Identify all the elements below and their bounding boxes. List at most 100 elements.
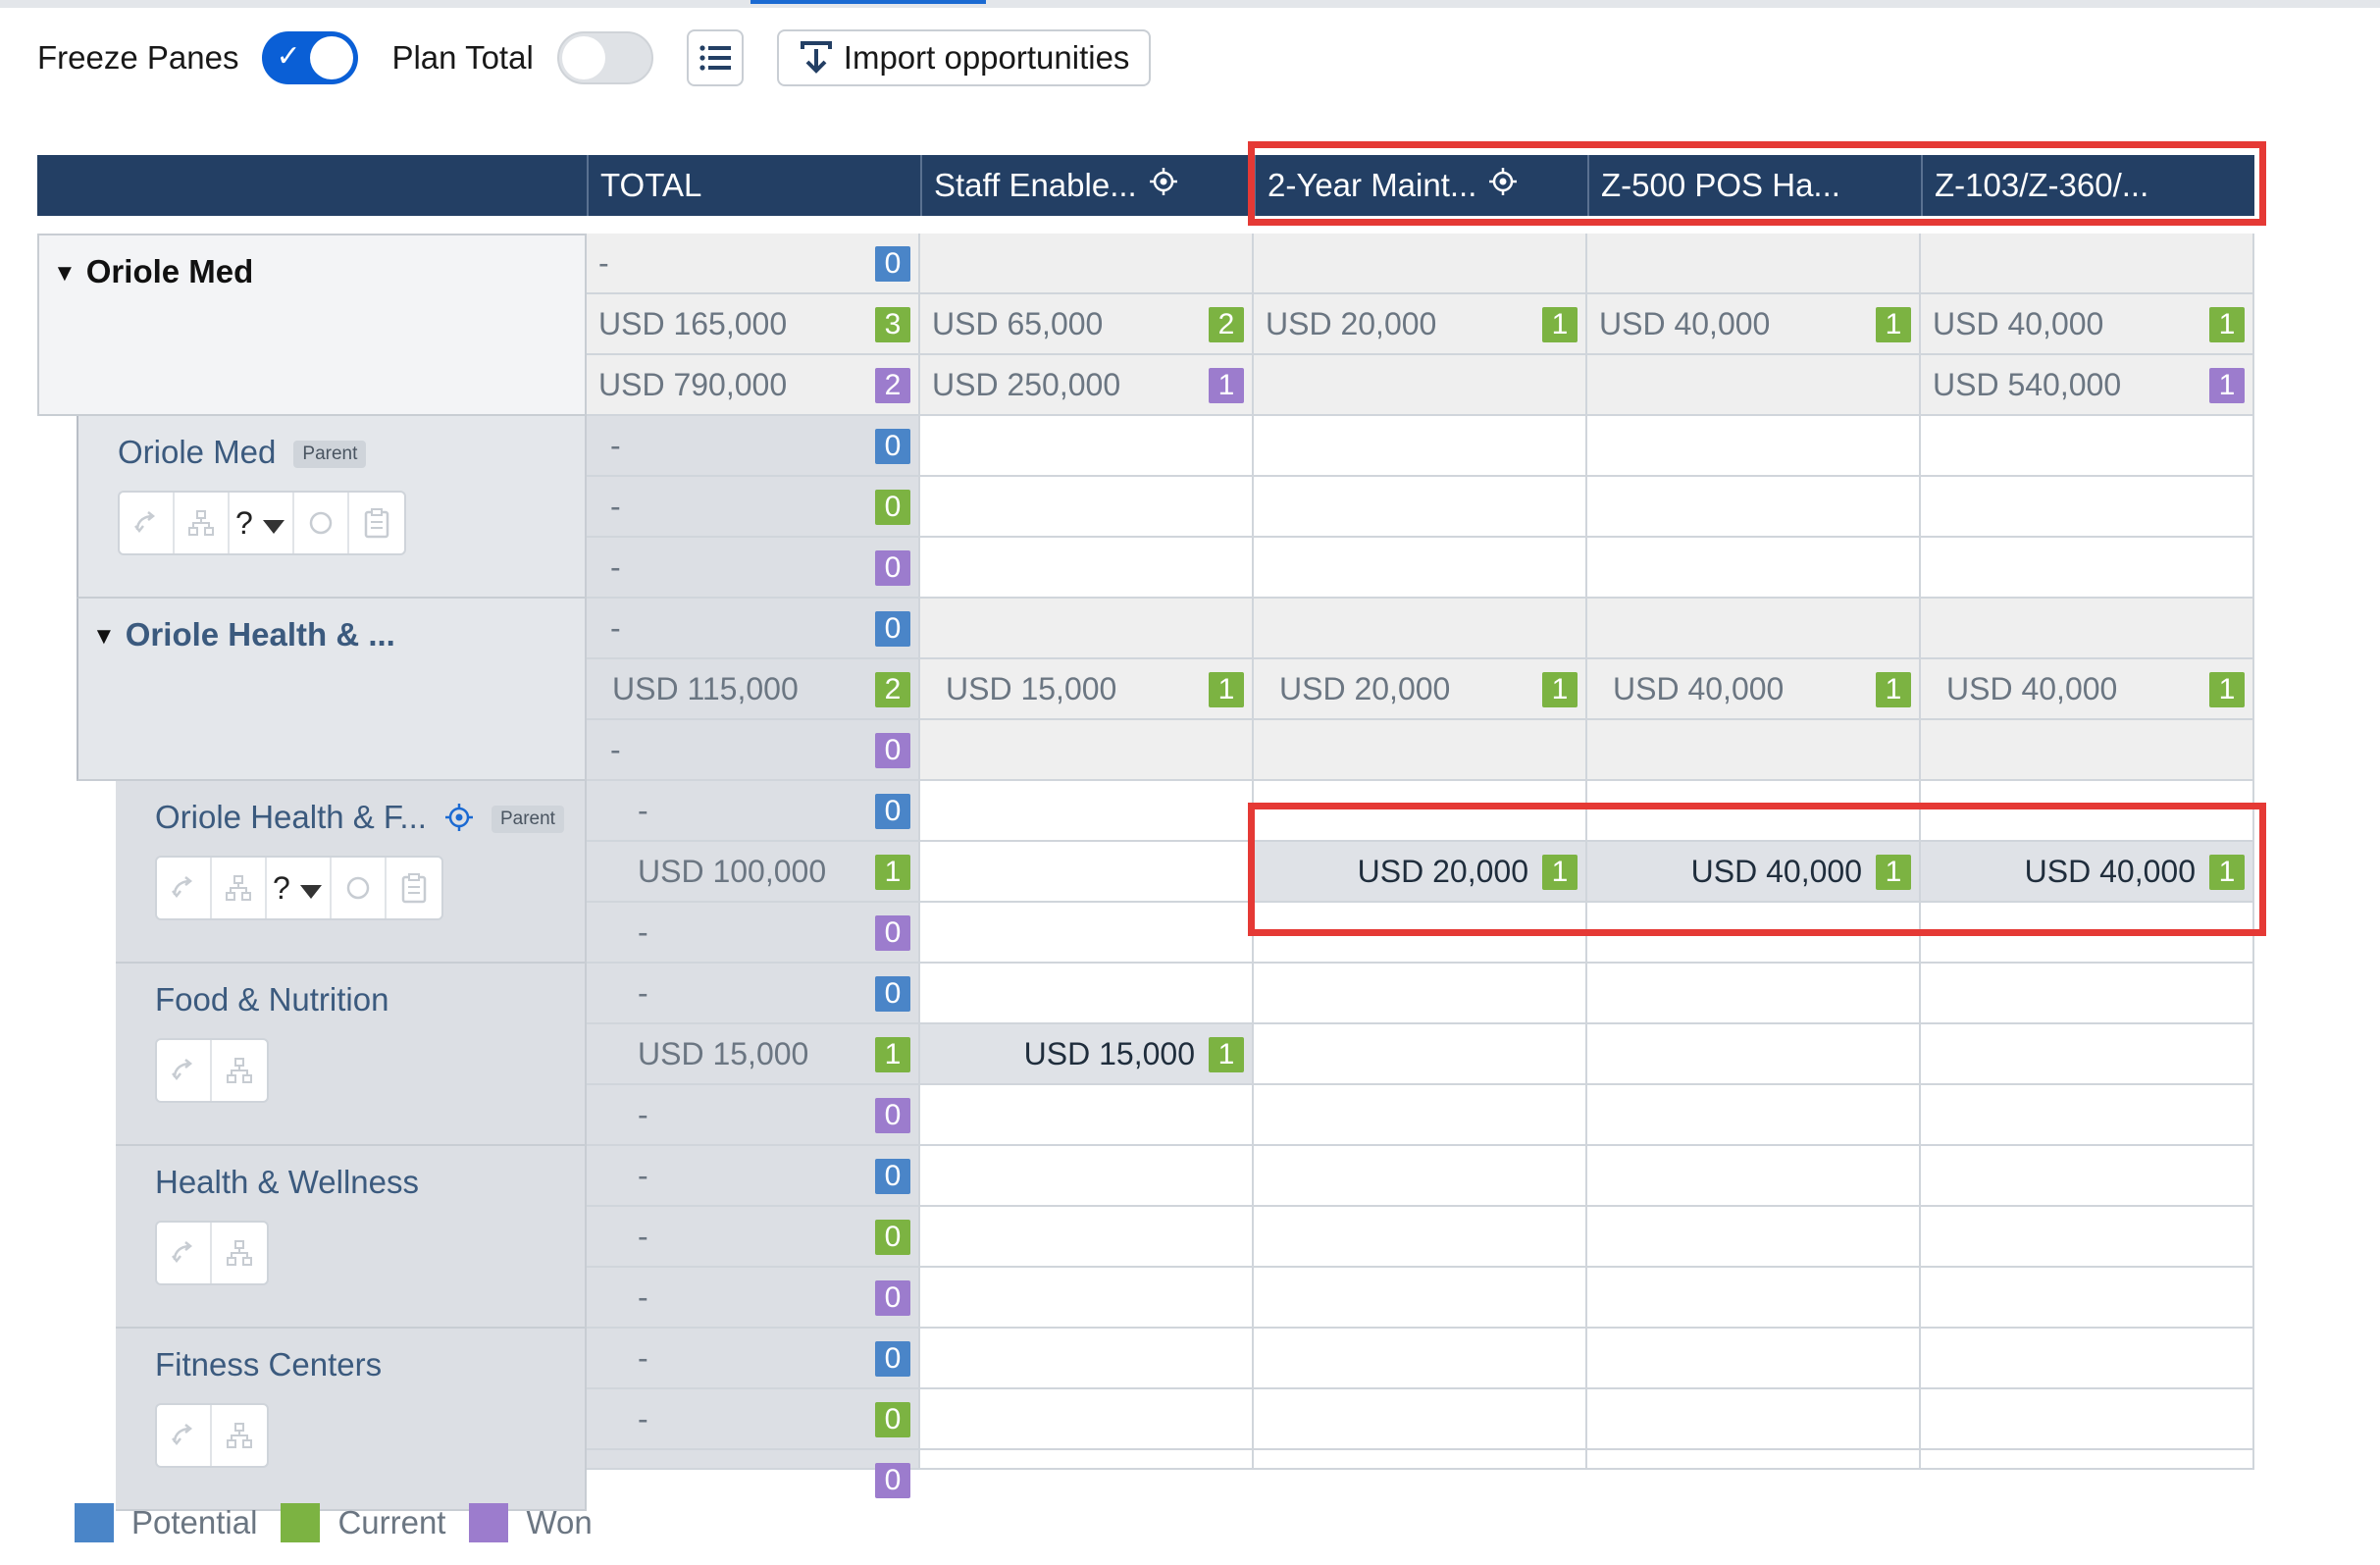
- total-cell[interactable]: -0: [587, 234, 920, 294]
- clipboard-icon[interactable]: [387, 858, 441, 918]
- clipboard-icon[interactable]: [349, 493, 404, 553]
- chevron-down-icon: [299, 870, 322, 907]
- merge-icon[interactable]: [157, 1405, 212, 1466]
- count-badge: 1: [1876, 307, 1911, 342]
- opportunity-cell[interactable]: USD 40,000 1: [1921, 842, 2254, 903]
- target-icon[interactable]: [444, 799, 474, 835]
- circle-icon[interactable]: [332, 858, 387, 918]
- opportunity-cell[interactable]: USD 20,000 1: [1254, 842, 1587, 903]
- total-cell[interactable]: -0: [587, 1329, 920, 1389]
- total-cell[interactable]: -0: [587, 964, 920, 1024]
- total-cell[interactable]: -0: [587, 1207, 920, 1268]
- opportunity-cell[interactable]: USD 540,000 1: [1921, 355, 2254, 416]
- total-cell[interactable]: -0: [587, 1085, 920, 1146]
- count-badge: 1: [2209, 855, 2245, 890]
- opportunity-cell: [920, 1146, 1254, 1207]
- freeze-panes-toggle[interactable]: ✓: [262, 31, 359, 84]
- count-badge: 0: [875, 1280, 910, 1316]
- status-value: ?: [235, 504, 253, 541]
- total-cell[interactable]: -0: [587, 720, 920, 781]
- account-name[interactable]: Food & Nutrition: [155, 981, 388, 1018]
- hierarchy-icon[interactable]: [212, 1223, 267, 1283]
- account-name[interactable]: ▼ Oriole Med: [53, 253, 253, 290]
- total-cell[interactable]: -0: [587, 538, 920, 599]
- opportunity-cell[interactable]: USD 15,000 1: [920, 1024, 1254, 1085]
- total-cell[interactable]: USD 165,000 3: [587, 294, 920, 355]
- total-cell[interactable]: USD 790,000 2: [587, 355, 920, 416]
- opportunity-cell: [920, 1207, 1254, 1268]
- cell-value: -: [610, 488, 621, 524]
- opportunity-cell: [1254, 1146, 1587, 1207]
- opportunity-cell[interactable]: USD 40,000 1: [1587, 659, 1921, 720]
- account-name[interactable]: Oriole Med Parent: [118, 434, 367, 471]
- total-cell[interactable]: 0: [587, 1450, 920, 1498]
- account-panel: Oriole Health & F... Parent?: [116, 781, 587, 964]
- cell-value: USD 115,000: [612, 670, 799, 706]
- list-view-button[interactable]: [686, 29, 744, 86]
- opportunity-cell: [1254, 234, 1587, 294]
- opportunity-cell: [1921, 1389, 2254, 1450]
- opportunity-cell[interactable]: USD 65,000 2: [920, 294, 1254, 355]
- hierarchy-icon[interactable]: [212, 1405, 267, 1466]
- opportunity-cell[interactable]: USD 40,000 1: [1921, 659, 2254, 720]
- hierarchy-icon[interactable]: [212, 858, 267, 918]
- merge-icon[interactable]: [157, 858, 212, 918]
- collapse-caret-icon[interactable]: ▼: [92, 623, 116, 651]
- total-cell[interactable]: -0: [587, 477, 920, 538]
- total-cell[interactable]: USD 115,000 2: [587, 659, 920, 720]
- total-cell[interactable]: -0: [587, 1389, 920, 1450]
- total-cell[interactable]: USD 100,000 1: [587, 842, 920, 903]
- account-panel: Fitness Centers: [116, 1329, 587, 1511]
- total-cell[interactable]: -0: [587, 599, 920, 659]
- opportunity-cell[interactable]: USD 20,000 1: [1254, 294, 1587, 355]
- merge-icon[interactable]: [120, 493, 175, 553]
- opportunity-cell: [1587, 720, 1921, 781]
- status-dropdown[interactable]: ?: [230, 493, 294, 553]
- circle-icon[interactable]: [294, 493, 349, 553]
- total-cell[interactable]: -0: [587, 903, 920, 964]
- column-header[interactable]: Z-500 POS Ha...: [1587, 155, 1921, 216]
- count-badge: 1: [875, 855, 910, 890]
- account-name[interactable]: ▼ Oriole Health & ...: [92, 616, 395, 653]
- column-header[interactable]: Z-103/Z-360/...: [1921, 155, 2254, 216]
- status-value: ?: [273, 869, 290, 906]
- opportunity-cell: [1587, 355, 1921, 416]
- column-header[interactable]: TOTAL: [587, 155, 920, 216]
- account-name[interactable]: Oriole Health & F... Parent: [155, 799, 564, 836]
- account-name[interactable]: Fitness Centers: [155, 1346, 382, 1383]
- opportunity-cell: [1254, 599, 1587, 659]
- merge-icon[interactable]: [157, 1223, 212, 1283]
- opportunity-cell: [1254, 964, 1587, 1024]
- opportunity-cell[interactable]: USD 40,000 1: [1587, 842, 1921, 903]
- opportunity-cell[interactable]: USD 20,000 1: [1254, 659, 1587, 720]
- merge-icon[interactable]: [157, 1040, 212, 1101]
- toggle-knob: [561, 36, 605, 79]
- hierarchy-icon[interactable]: [212, 1040, 267, 1101]
- account-name[interactable]: Health & Wellness: [155, 1164, 419, 1201]
- opportunity-cell: [1587, 1207, 1921, 1268]
- opportunity-cell: [920, 477, 1254, 538]
- target-icon[interactable]: [1149, 167, 1178, 204]
- opportunity-cell[interactable]: USD 40,000 1: [1587, 294, 1921, 355]
- target-icon[interactable]: [1488, 167, 1518, 204]
- hierarchy-icon[interactable]: [175, 493, 230, 553]
- total-cell[interactable]: -0: [587, 1146, 920, 1207]
- account-action-bar: ?: [118, 491, 406, 555]
- opportunity-cell: [1921, 781, 2254, 842]
- collapse-caret-icon[interactable]: ▼: [53, 260, 77, 287]
- column-header[interactable]: Staff Enable...: [920, 155, 1254, 216]
- total-cell[interactable]: USD 15,000 1: [587, 1024, 920, 1085]
- status-dropdown[interactable]: ?: [267, 858, 332, 918]
- legend-label: Won: [526, 1504, 593, 1540]
- column-header[interactable]: 2-Year Maint...: [1254, 155, 1587, 216]
- opportunity-cell: [920, 1450, 1254, 1470]
- opportunity-cell[interactable]: USD 15,000 1: [920, 659, 1254, 720]
- import-opportunities-button[interactable]: Import opportunities: [776, 29, 1152, 86]
- opportunity-cell: [1587, 477, 1921, 538]
- total-cell[interactable]: -0: [587, 1268, 920, 1329]
- total-cell[interactable]: -0: [587, 781, 920, 842]
- total-cell[interactable]: -0: [587, 416, 920, 477]
- opportunity-cell[interactable]: USD 40,000 1: [1921, 294, 2254, 355]
- opportunity-cell[interactable]: USD 250,000 1: [920, 355, 1254, 416]
- plan-total-toggle[interactable]: [556, 31, 653, 84]
